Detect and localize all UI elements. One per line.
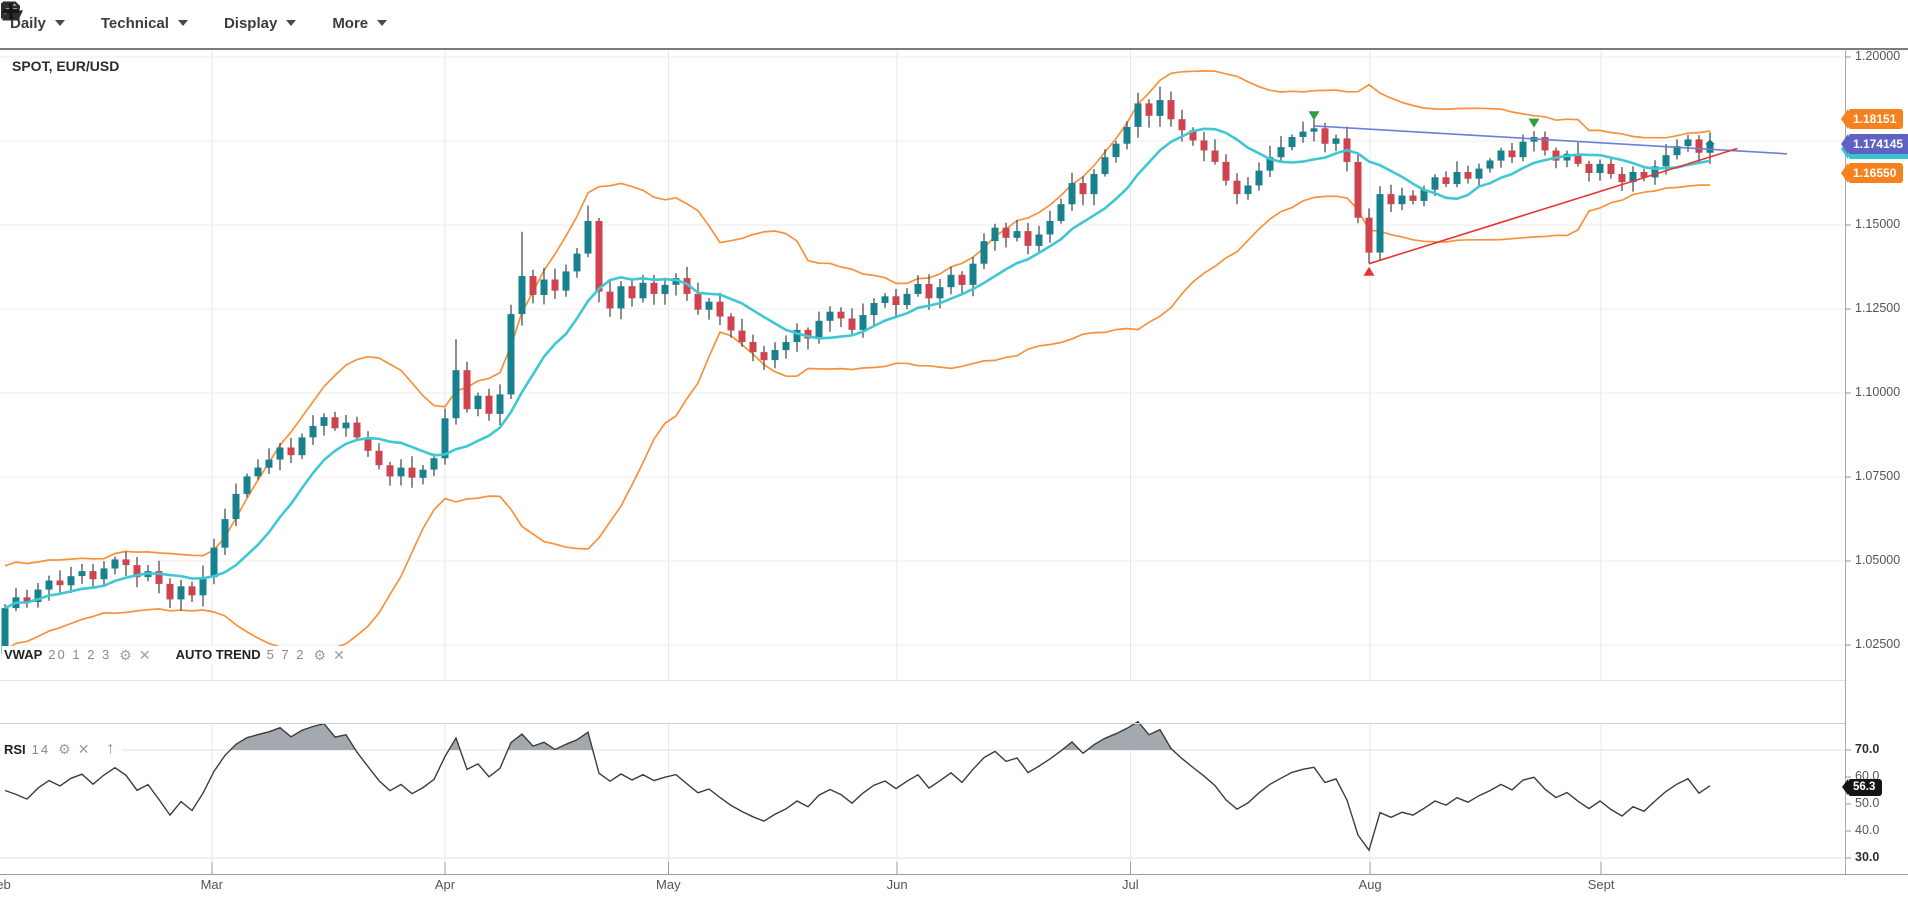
chevron-down-icon — [377, 20, 387, 26]
price-tick-label: 1.07500 — [1855, 469, 1900, 483]
time-tick-label: Jun — [887, 877, 908, 892]
lower-band-tag: 1.16550 — [1848, 163, 1903, 183]
indicator-autotrend-params: 5 7 2 — [267, 647, 306, 662]
time-tick-label: Feb — [0, 877, 11, 892]
settings-gear-icon[interactable]: ⚙ — [58, 742, 71, 756]
close-icon[interactable]: ✕ — [333, 648, 345, 662]
rsi-tick-label: 40.0 — [1855, 823, 1879, 837]
time-tick-label: Aug — [1359, 877, 1382, 892]
upper-band-tag: 1.18151 — [1848, 109, 1903, 129]
close-icon[interactable]: ✕ — [139, 648, 151, 662]
menu-more-label: More — [332, 15, 368, 32]
chevron-down-icon — [286, 20, 296, 26]
indicator-vwap-params: 20 1 2 3 — [48, 647, 111, 662]
settings-gear-icon[interactable]: ⚙ — [119, 648, 132, 662]
rsi-header: RSI 14 ⚙ ✕ ↑ — [2, 740, 122, 758]
move-panel-up-icon[interactable]: ↑ — [106, 741, 114, 757]
time-tick-label: Mar — [201, 877, 223, 892]
time-tick-label: Jul — [1122, 877, 1139, 892]
menu-display-label: Display — [224, 15, 277, 32]
indicator-vwap-name: VWAP — [4, 647, 42, 662]
price-tick-label: 1.02500 — [1855, 637, 1900, 651]
time-tick-label: Apr — [435, 877, 455, 892]
price-tick-label: 1.20000 — [1855, 49, 1900, 63]
current-price-tag: 1.174145 — [1848, 134, 1908, 154]
rsi-tick-label: 50.0 — [1855, 796, 1879, 810]
price-tick-label: 1.12500 — [1855, 301, 1900, 315]
time-tick-label: Sept — [1588, 877, 1615, 892]
menu-technical-label: Technical — [101, 15, 169, 32]
price-tick-label: 1.05000 — [1855, 553, 1900, 567]
plus-icon — [0, 0, 22, 22]
rsi-tick-label: 70.0 — [1855, 742, 1879, 756]
indicator-legend: VWAP 20 1 2 3 ⚙ ✕ AUTO TREND 5 7 2 ⚙ ✕ — [2, 646, 360, 663]
indicator-autotrend-name: AUTO TREND — [176, 647, 261, 662]
menu-technical[interactable]: Technical — [101, 15, 188, 32]
menu-more[interactable]: More — [332, 15, 387, 32]
indicator-rsi-name: RSI — [4, 742, 26, 757]
settings-gear-icon[interactable]: ⚙ — [314, 648, 327, 662]
price-tick-label: 1.15000 — [1855, 217, 1900, 231]
chart-canvas[interactable] — [0, 0, 1908, 902]
rsi-value-tag: 56.3 — [1848, 779, 1882, 796]
time-tick-label: May — [656, 877, 681, 892]
toolbar: Daily Technical Display More — [0, 0, 1908, 46]
rsi-tick-label: 30.0 — [1855, 850, 1879, 864]
chevron-down-icon — [178, 20, 188, 26]
close-icon[interactable]: ✕ — [78, 742, 90, 756]
trading-chart-window: 1.200001.175001.150001.125001.100001.075… — [0, 0, 1908, 902]
indicator-rsi-params: 14 — [32, 742, 50, 757]
price-tick-label: 1.10000 — [1855, 385, 1900, 399]
chevron-down-icon — [55, 20, 65, 26]
menu-display[interactable]: Display — [224, 15, 296, 32]
symbol-label: SPOT, EUR/USD — [12, 58, 119, 74]
